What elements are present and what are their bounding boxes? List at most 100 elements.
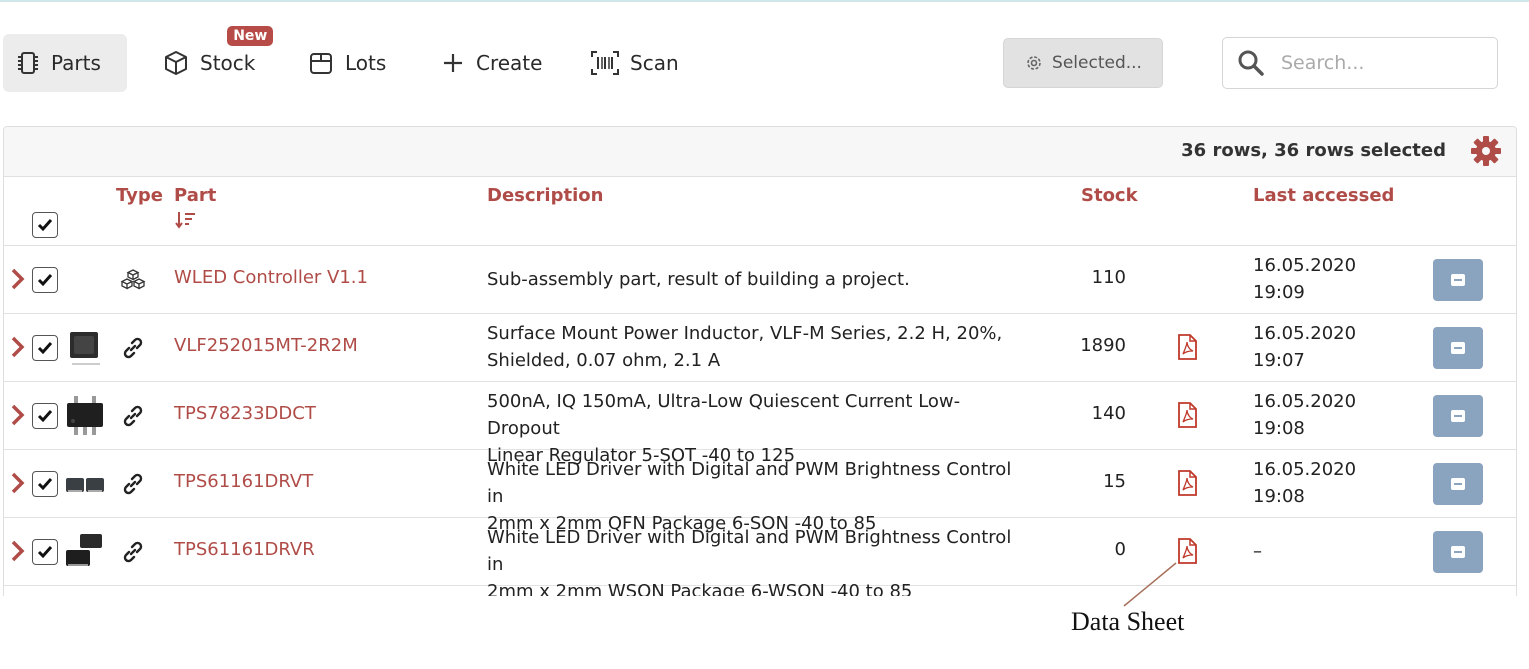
remove-button[interactable] — [1433, 259, 1483, 301]
table-row[interactable]: TPS61161DRVR White LED Driver with Digit… — [4, 518, 1516, 596]
remove-button[interactable] — [1433, 327, 1483, 369]
row-checkbox[interactable] — [32, 335, 58, 361]
tab-create-label: Create — [476, 51, 543, 75]
stock-value: 15 — [1103, 471, 1126, 492]
sort-descending-icon[interactable] — [175, 211, 197, 229]
pdf-datasheet-icon[interactable] — [1176, 470, 1198, 496]
description-line: White LED Driver with Digital and PWM Br… — [487, 459, 1012, 507]
last-accessed-time: 19:09 — [1253, 282, 1305, 303]
column-header-description[interactable]: Description — [487, 185, 603, 206]
pdf-datasheet-icon[interactable] — [1176, 402, 1198, 428]
stock-value: 110 — [1091, 267, 1126, 288]
expand-chevron-icon[interactable] — [10, 471, 26, 495]
tab-lots-label: Lots — [345, 51, 387, 75]
remove-button[interactable] — [1433, 531, 1483, 573]
check-icon — [37, 219, 53, 232]
part-thumbnail-image — [67, 396, 103, 435]
tab-lots[interactable]: Lots — [295, 34, 398, 92]
last-accessed: 16.05.2020 19:08 — [1253, 456, 1356, 510]
row-checkbox[interactable] — [32, 539, 58, 565]
table-row[interactable]: TPS78233DDCT 500nA, IQ 150mA, Ultra-Low … — [4, 382, 1516, 466]
link-icon — [123, 337, 143, 359]
parts-table: 36 rows, 36 rows selected Type Part Desc… — [3, 126, 1517, 596]
last-accessed: 16.05.2020 19:09 — [1253, 252, 1356, 306]
last-accessed-date: 16.05.2020 — [1253, 391, 1357, 412]
last-accessed: 16.05.2020 19:08 — [1253, 388, 1356, 442]
column-header-last-accessed[interactable]: Last accessed — [1253, 185, 1394, 206]
part-name-link[interactable]: VLF252015MT-2R2M — [174, 335, 358, 356]
expand-chevron-icon[interactable] — [10, 539, 26, 563]
annotation-pointer-line — [1123, 562, 1177, 607]
part-name-link[interactable]: TPS61161DRVT — [174, 471, 313, 492]
part-thumbnail-image — [70, 332, 100, 365]
part-thumbnail-image — [66, 534, 102, 566]
part-description: White LED Driver with Digital and PWM Br… — [487, 524, 1027, 596]
annotation-label: Data Sheet — [1071, 607, 1185, 636]
last-accessed-date: – — [1253, 541, 1262, 562]
tab-create[interactable]: Create — [428, 34, 554, 92]
expand-chevron-icon[interactable] — [10, 267, 26, 291]
tab-parts-label: Parts — [51, 51, 101, 75]
part-description: Sub-assembly part, result of building a … — [487, 266, 1027, 293]
table-row[interactable]: TPS61161DRVT White LED Driver with Digit… — [4, 450, 1516, 534]
row-checkbox[interactable] — [32, 267, 58, 293]
parts-icon — [18, 52, 38, 74]
table-header: Type Part Description Stock Last accesse… — [4, 177, 1516, 246]
description-line: Sub-assembly part, result of building a … — [487, 269, 910, 290]
pdf-datasheet-icon[interactable] — [1176, 334, 1198, 360]
check-icon — [37, 410, 53, 423]
last-accessed: – — [1253, 538, 1262, 565]
box-icon — [165, 51, 187, 75]
description-line: Surface Mount Power Inductor, VLF-M Seri… — [487, 323, 1003, 344]
tab-stock[interactable]: Stock New — [150, 26, 274, 92]
column-header-type[interactable]: Type — [116, 185, 163, 206]
minus-square-icon — [1451, 410, 1465, 422]
minus-square-icon — [1451, 546, 1465, 558]
rows-count: 36 rows, 36 rows selected — [1181, 140, 1446, 161]
check-icon — [37, 546, 53, 559]
table-row[interactable]: VLF252015MT-2R2M Surface Mount Power Ind… — [4, 314, 1516, 382]
link-icon — [123, 405, 143, 427]
last-accessed-time: 19:08 — [1253, 418, 1305, 439]
remove-button[interactable] — [1433, 395, 1483, 437]
last-accessed-date: 16.05.2020 — [1253, 323, 1357, 344]
minus-square-icon — [1451, 342, 1465, 354]
column-header-stock[interactable]: Stock — [1081, 185, 1138, 206]
part-thumbnail-image — [66, 478, 104, 492]
part-name-link[interactable]: TPS78233DDCT — [174, 403, 316, 424]
table-settings-gear-icon[interactable] — [1470, 135, 1502, 167]
minus-square-icon — [1451, 274, 1465, 286]
row-checkbox[interactable] — [32, 403, 58, 429]
row-checkbox[interactable] — [32, 471, 58, 497]
tab-scan-label: Scan — [630, 51, 679, 75]
expand-chevron-icon[interactable] — [10, 403, 26, 427]
search-input[interactable] — [1279, 51, 1479, 75]
part-description: Surface Mount Power Inductor, VLF-M Seri… — [487, 320, 1027, 374]
tab-stock-label: Stock — [200, 51, 256, 75]
description-line: 2mm x 2mm WSON Package 6-WSON -40 to 85 — [487, 581, 913, 596]
remove-button[interactable] — [1433, 463, 1483, 505]
expand-chevron-icon[interactable] — [10, 335, 26, 359]
stock-value: 140 — [1091, 403, 1126, 424]
tab-parts[interactable]: Parts — [3, 34, 127, 92]
select-all-checkbox[interactable] — [32, 212, 58, 238]
last-accessed-date: 16.05.2020 — [1253, 255, 1357, 276]
tab-scan[interactable]: Scan — [578, 34, 691, 92]
description-line: Shielded, 0.07 ohm, 2.1 A — [487, 350, 721, 371]
minus-square-icon — [1451, 478, 1465, 490]
last-accessed-date: 16.05.2020 — [1253, 459, 1357, 480]
plus-icon — [444, 54, 462, 72]
new-badge: New — [227, 26, 274, 46]
gear-icon — [1027, 56, 1041, 70]
last-accessed-time: 19:07 — [1253, 350, 1305, 371]
search-box[interactable] — [1222, 37, 1498, 89]
selected-actions-label: Selected... — [1052, 53, 1142, 73]
column-header-part[interactable]: Part — [174, 185, 216, 206]
lots-icon — [310, 53, 332, 74]
table-row[interactable]: WLED Controller V1.1 Sub-assembly part, … — [4, 246, 1516, 314]
part-name-link[interactable]: WLED Controller V1.1 — [174, 267, 368, 288]
selected-actions-button[interactable]: Selected... — [1003, 38, 1163, 88]
check-icon — [37, 274, 53, 287]
part-name-link[interactable]: TPS61161DRVR — [174, 539, 315, 560]
top-border — [0, 0, 1529, 2]
